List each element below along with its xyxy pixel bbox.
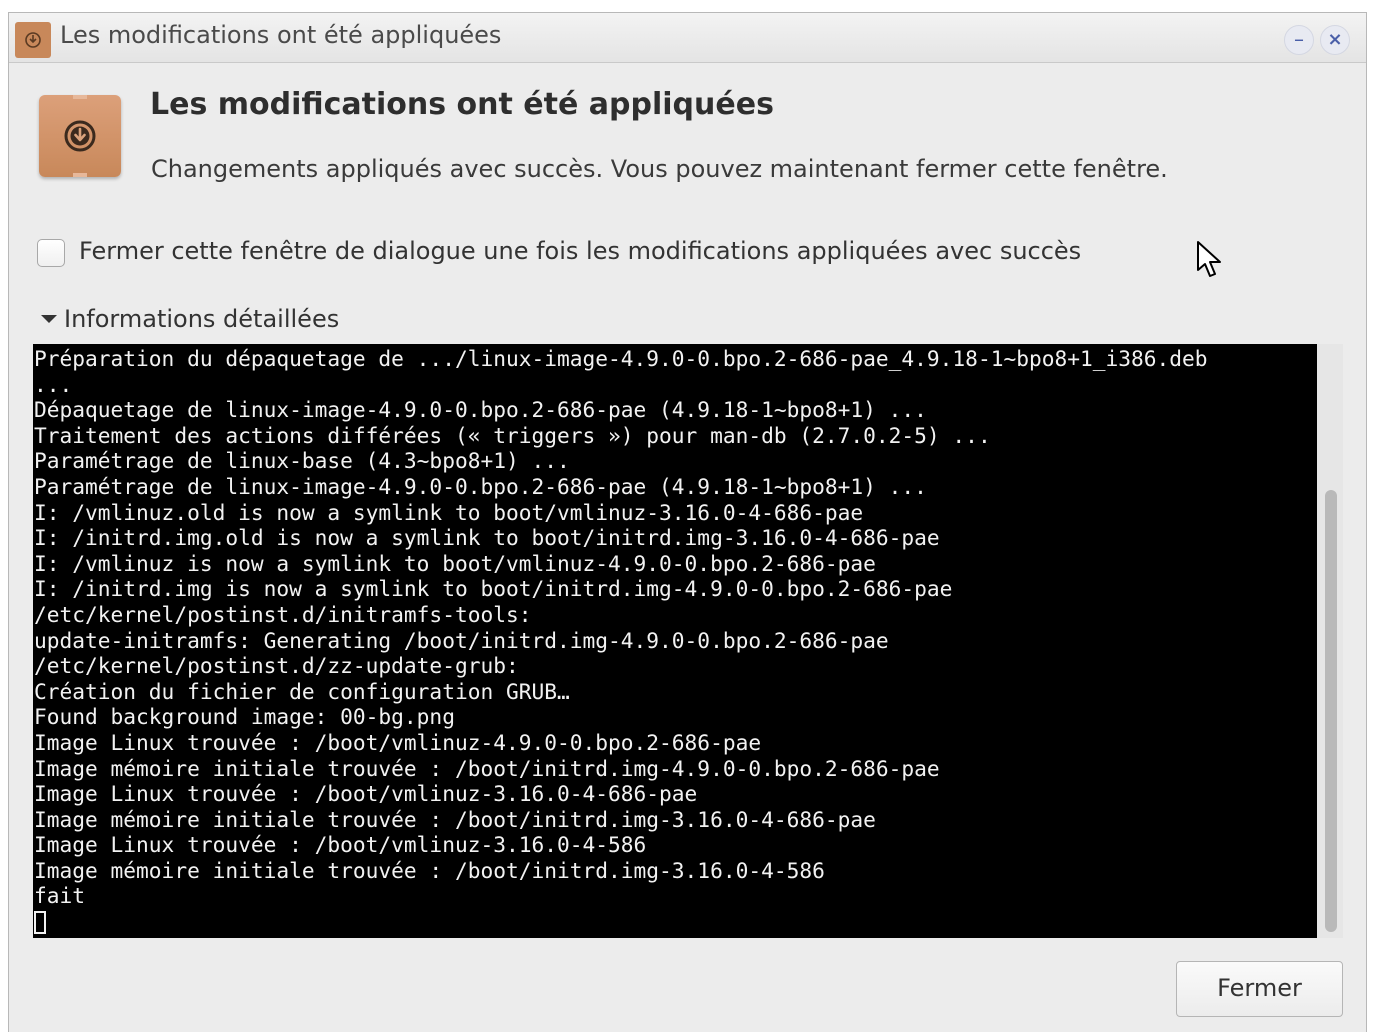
terminal-line: fait: [34, 883, 86, 909]
expander-arrow-down-icon: [41, 315, 57, 323]
dialog-window: Les modifications ont été appliquées – ×…: [8, 12, 1367, 1032]
terminal-cursor: [34, 911, 46, 935]
terminal-line: Image Linux trouvée : /boot/vmlinuz-4.9.…: [34, 729, 762, 755]
window-title: Les modifications ont été appliquées: [60, 21, 502, 49]
terminal-line: I: /initrd.img is now a symlink to boot/…: [34, 576, 953, 602]
terminal-output[interactable]: Préparation du dépaquetage de .../linux-…: [33, 344, 1317, 938]
terminal-log: Préparation du dépaquetage de .../linux-…: [33, 344, 1317, 935]
terminal-line: Traitement des actions différées (« trig…: [34, 422, 991, 448]
details-expander[interactable]: Informations détaillées: [41, 305, 339, 333]
minimize-button[interactable]: –: [1284, 25, 1314, 55]
dialog-subtitle: Changements appliqués avec succès. Vous …: [151, 155, 1168, 183]
title-bar[interactable]: Les modifications ont été appliquées – ×: [9, 13, 1366, 63]
terminal-line: /etc/kernel/postinst.d/initramfs-tools:: [34, 601, 532, 627]
terminal-line: I: /initrd.img.old is now a symlink to b…: [34, 525, 940, 551]
terminal-line: Dépaquetage de linux-image-4.9.0-0.bpo.2…: [34, 397, 927, 423]
terminal-line: Paramétrage de linux-image-4.9.0-0.bpo.2…: [34, 473, 927, 499]
close-button[interactable]: Fermer: [1176, 961, 1343, 1017]
window-close-button[interactable]: ×: [1320, 25, 1350, 55]
details-expander-label: Informations détaillées: [64, 305, 340, 333]
scrollbar-thumb[interactable]: [1325, 490, 1337, 932]
dialog-heading: Les modifications ont été appliquées: [150, 87, 774, 122]
auto-close-label[interactable]: Fermer cette fenêtre de dialogue une foi…: [79, 237, 1081, 265]
terminal-scrollbar[interactable]: [1317, 344, 1343, 938]
terminal-line: update-initramfs: Generating /boot/initr…: [34, 627, 889, 653]
terminal-line: Paramétrage de linux-base (4.3~bpo8+1) .…: [34, 448, 570, 474]
terminal-line: Création du fichier de configuration GRU…: [34, 678, 570, 704]
terminal-line: /etc/kernel/postinst.d/zz-update-grub:: [34, 653, 519, 679]
mouse-pointer-icon: [1197, 241, 1221, 277]
terminal-line: Préparation du dépaquetage de .../linux-…: [34, 346, 1208, 371]
package-download-icon: [39, 95, 121, 177]
auto-close-checkbox[interactable]: [37, 239, 65, 267]
terminal-line: I: /vmlinuz.old is now a symlink to boot…: [34, 499, 864, 525]
terminal-panel: Préparation du dépaquetage de .../linux-…: [33, 344, 1343, 938]
terminal-line: I: /vmlinuz is now a symlink to boot/vml…: [34, 550, 876, 576]
terminal-line: Image mémoire initiale trouvée : /boot/i…: [34, 755, 940, 781]
terminal-line: Image mémoire initiale trouvée : /boot/i…: [34, 806, 876, 832]
terminal-line: Image mémoire initiale trouvée : /boot/i…: [34, 857, 825, 883]
terminal-line: Image Linux trouvée : /boot/vmlinuz-3.16…: [34, 832, 647, 858]
terminal-line: ...: [34, 371, 73, 397]
package-install-icon: [15, 22, 51, 58]
terminal-line: Image Linux trouvée : /boot/vmlinuz-3.16…: [34, 781, 698, 807]
terminal-line: Found background image: 00-bg.png: [34, 704, 455, 730]
